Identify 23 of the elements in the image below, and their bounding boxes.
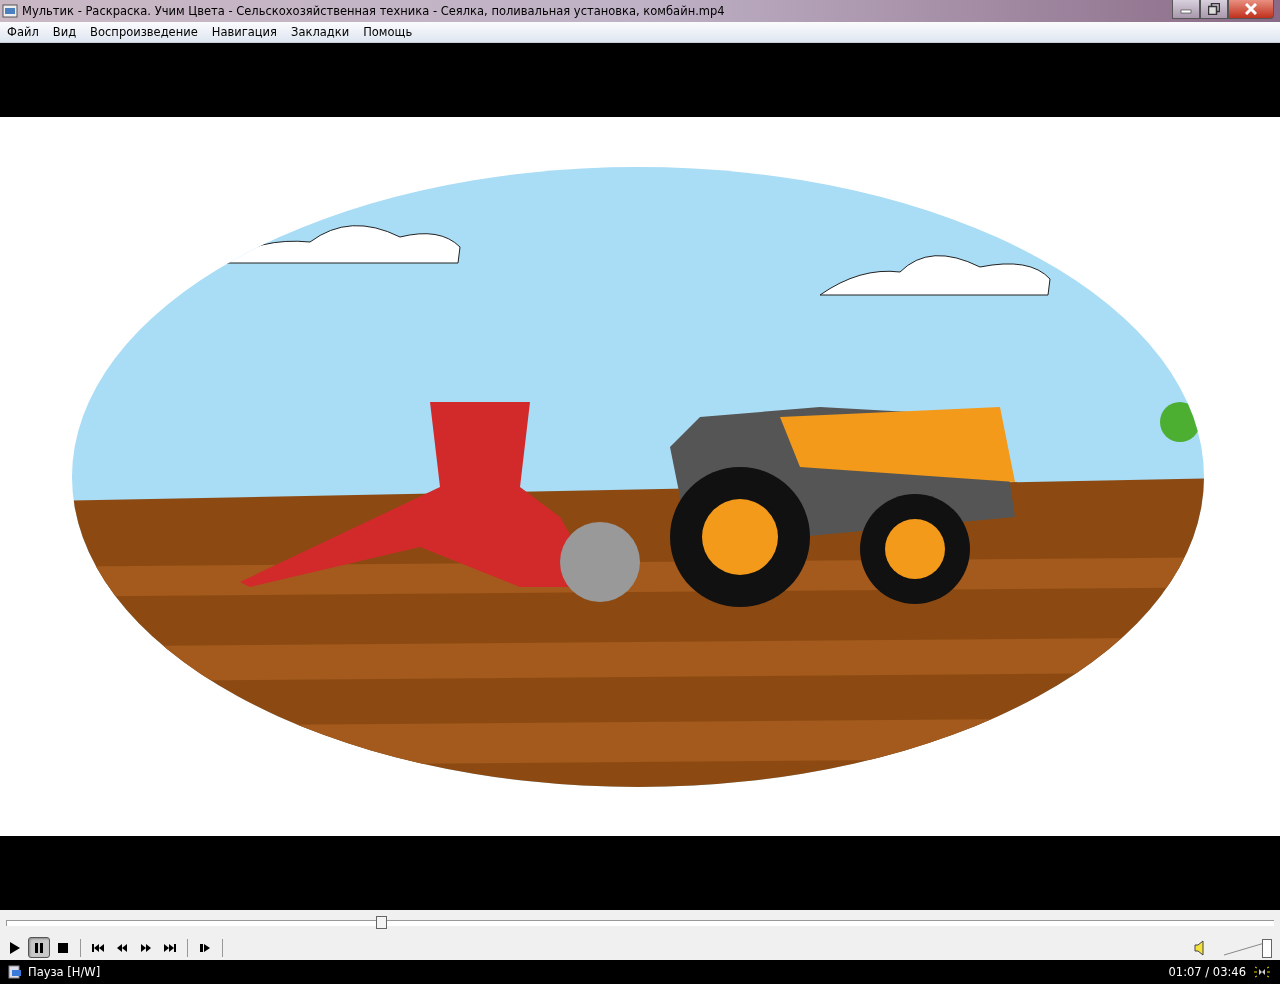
menu-item[interactable]: Файл [0,24,46,39]
playback-status: Пауза [H/W] [28,965,101,979]
time-display: 01:07 / 03:46 [1168,965,1246,979]
audio-channel-icon [1252,965,1272,979]
close-button[interactable] [1228,0,1274,19]
menu-item[interactable]: Закладки [284,24,357,39]
restore-button[interactable] [1200,0,1228,19]
pause-icon [32,940,46,955]
menu-item[interactable]: Помощь [356,24,420,39]
menu-item[interactable]: Вид [45,24,84,39]
menu-item[interactable]: Воспроизведение [83,24,205,39]
volume-slider[interactable] [1224,938,1270,957]
file-icon [8,965,22,979]
stop-icon [56,940,70,955]
menu-item[interactable]: Навигация [204,24,284,39]
seek-handle[interactable] [376,915,388,929]
close-icon [1245,3,1257,15]
window-title: Мультик - Раскраска. Учим Цвета - Сельскохозяйственная техника - Сеялка, поливальная установка, комбайн.mp4 [22,4,725,18]
minimize-button[interactable] [1172,0,1200,19]
seek-bar[interactable] [6,919,1274,926]
restore-icon [1208,3,1220,15]
play-icon [8,940,22,955]
pause-button[interactable] [28,937,50,959]
